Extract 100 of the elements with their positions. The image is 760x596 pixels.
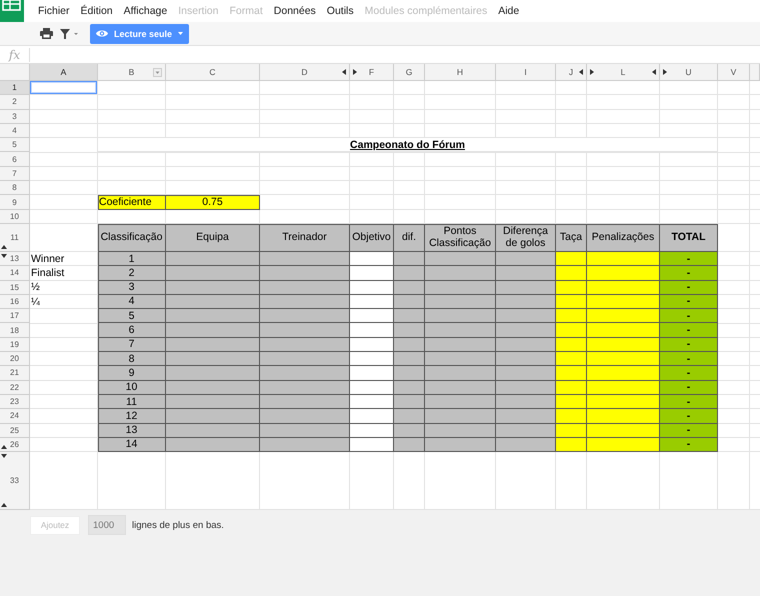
arrow-icon[interactable] [1,254,7,258]
row-header[interactable]: 16 [0,294,30,310]
arrow-icon[interactable] [1,503,7,508]
table-cell [425,266,496,281]
row-header[interactable]: 11 [0,224,30,252]
row-header[interactable]: 22 [0,380,30,395]
row-header[interactable]: 24 [0,409,30,424]
column-header[interactable]: H [425,64,496,81]
selected-cell[interactable] [30,81,98,96]
formula-label: fx [0,48,30,62]
table-cell [556,280,587,295]
table-cell [556,366,587,381]
column-header[interactable]: J [556,64,587,81]
table-cell: - [660,280,718,295]
row-header[interactable]: 14 [0,266,30,281]
row-header[interactable]: 8 [0,181,30,196]
column-header[interactable]: D [260,64,350,81]
table-cell [425,252,496,266]
arrow-icon[interactable] [1,445,7,450]
row-header[interactable]: 2 [0,95,30,110]
table-cell: 12 [98,409,166,424]
column-heading: Taça [556,224,587,252]
table-cell [556,424,587,438]
menu-item[interactable]: Affichage [118,5,172,17]
menu-item[interactable]: Aide [493,5,524,17]
table-cell [496,409,556,424]
table-cell: - [660,366,718,381]
column-heading: TOTAL [660,224,718,252]
row-header[interactable]: 20 [0,352,30,366]
table-cell: 5 [98,309,166,324]
table-cell [350,438,394,452]
table-cell [556,266,587,281]
row-header[interactable]: 15 [0,280,30,295]
row-header[interactable]: 21 [0,366,30,381]
table-cell [496,266,556,281]
table-cell [556,409,587,424]
menu-item[interactable]: Édition [76,5,118,17]
table-cell [425,338,496,352]
row-header[interactable]: 13 [0,252,30,266]
table-cell: 8 [98,352,166,366]
arrow-icon[interactable] [342,69,346,75]
column-header[interactable]: V [718,64,750,81]
table-cell [350,294,394,310]
sheets-logo-icon[interactable] [0,0,24,22]
arrow-icon[interactable] [353,69,357,75]
table-cell [425,309,496,324]
table-cell [496,252,556,266]
arrow-icon[interactable] [1,244,7,249]
row-count-field[interactable]: 1000 [88,515,126,536]
filter-icon[interactable] [60,28,79,38]
row-header[interactable]: 1 [0,81,30,96]
arrow-icon[interactable] [663,69,667,75]
column-header[interactable]: C [166,64,260,81]
row-header[interactable]: 18 [0,323,30,338]
table-cell: 9 [98,366,166,381]
table-cell [496,338,556,352]
table-cell: - [660,323,718,338]
row-header[interactable]: 10 [0,210,30,224]
table-cell: 3 [98,280,166,295]
row-header[interactable]: 9 [0,195,30,210]
table-cell [496,380,556,395]
row-header[interactable]: 6 [0,152,30,167]
table-cell: 7 [98,338,166,352]
column-header[interactable]: A [30,64,98,81]
column-header[interactable]: U [660,64,718,81]
table-cell: - [660,338,718,352]
column-header[interactable]: G [394,64,425,81]
row-header[interactable]: 25 [0,424,30,438]
table-cell [394,438,425,452]
arrow-icon[interactable] [590,69,594,75]
row-header[interactable]: 26 [0,438,30,452]
arrow-icon[interactable] [1,454,7,458]
column-heading: Treinador [260,224,350,252]
arrow-icon[interactable] [652,69,656,75]
row-header[interactable]: 3 [0,110,30,124]
row-header[interactable]: 5 [0,138,30,152]
print-icon[interactable] [40,28,53,39]
column-header[interactable]: L [587,64,660,81]
column-header[interactable]: F [350,64,394,81]
table-cell [496,366,556,381]
table-cell: - [660,409,718,424]
row-header[interactable]: 33 [0,452,30,510]
row-header[interactable]: 7 [0,166,30,182]
table-cell [350,338,394,352]
table-cell [394,323,425,338]
row-label: ¼ [30,294,41,310]
column-header[interactable]: I [496,64,556,81]
table-cell [425,294,496,310]
row-header[interactable]: 19 [0,338,30,352]
row-header[interactable]: 17 [0,309,30,324]
arrow-icon[interactable] [579,69,583,75]
row-header[interactable]: 23 [0,394,30,410]
menu-item[interactable]: Fichier [33,5,75,17]
column-header[interactable]: B [98,64,166,81]
table-cell [394,366,425,381]
table-cell [496,309,556,324]
menu-item[interactable]: Données [268,5,321,17]
table-cell [350,280,394,295]
menu-item[interactable]: Outils [322,5,359,17]
row-header[interactable]: 4 [0,124,30,138]
